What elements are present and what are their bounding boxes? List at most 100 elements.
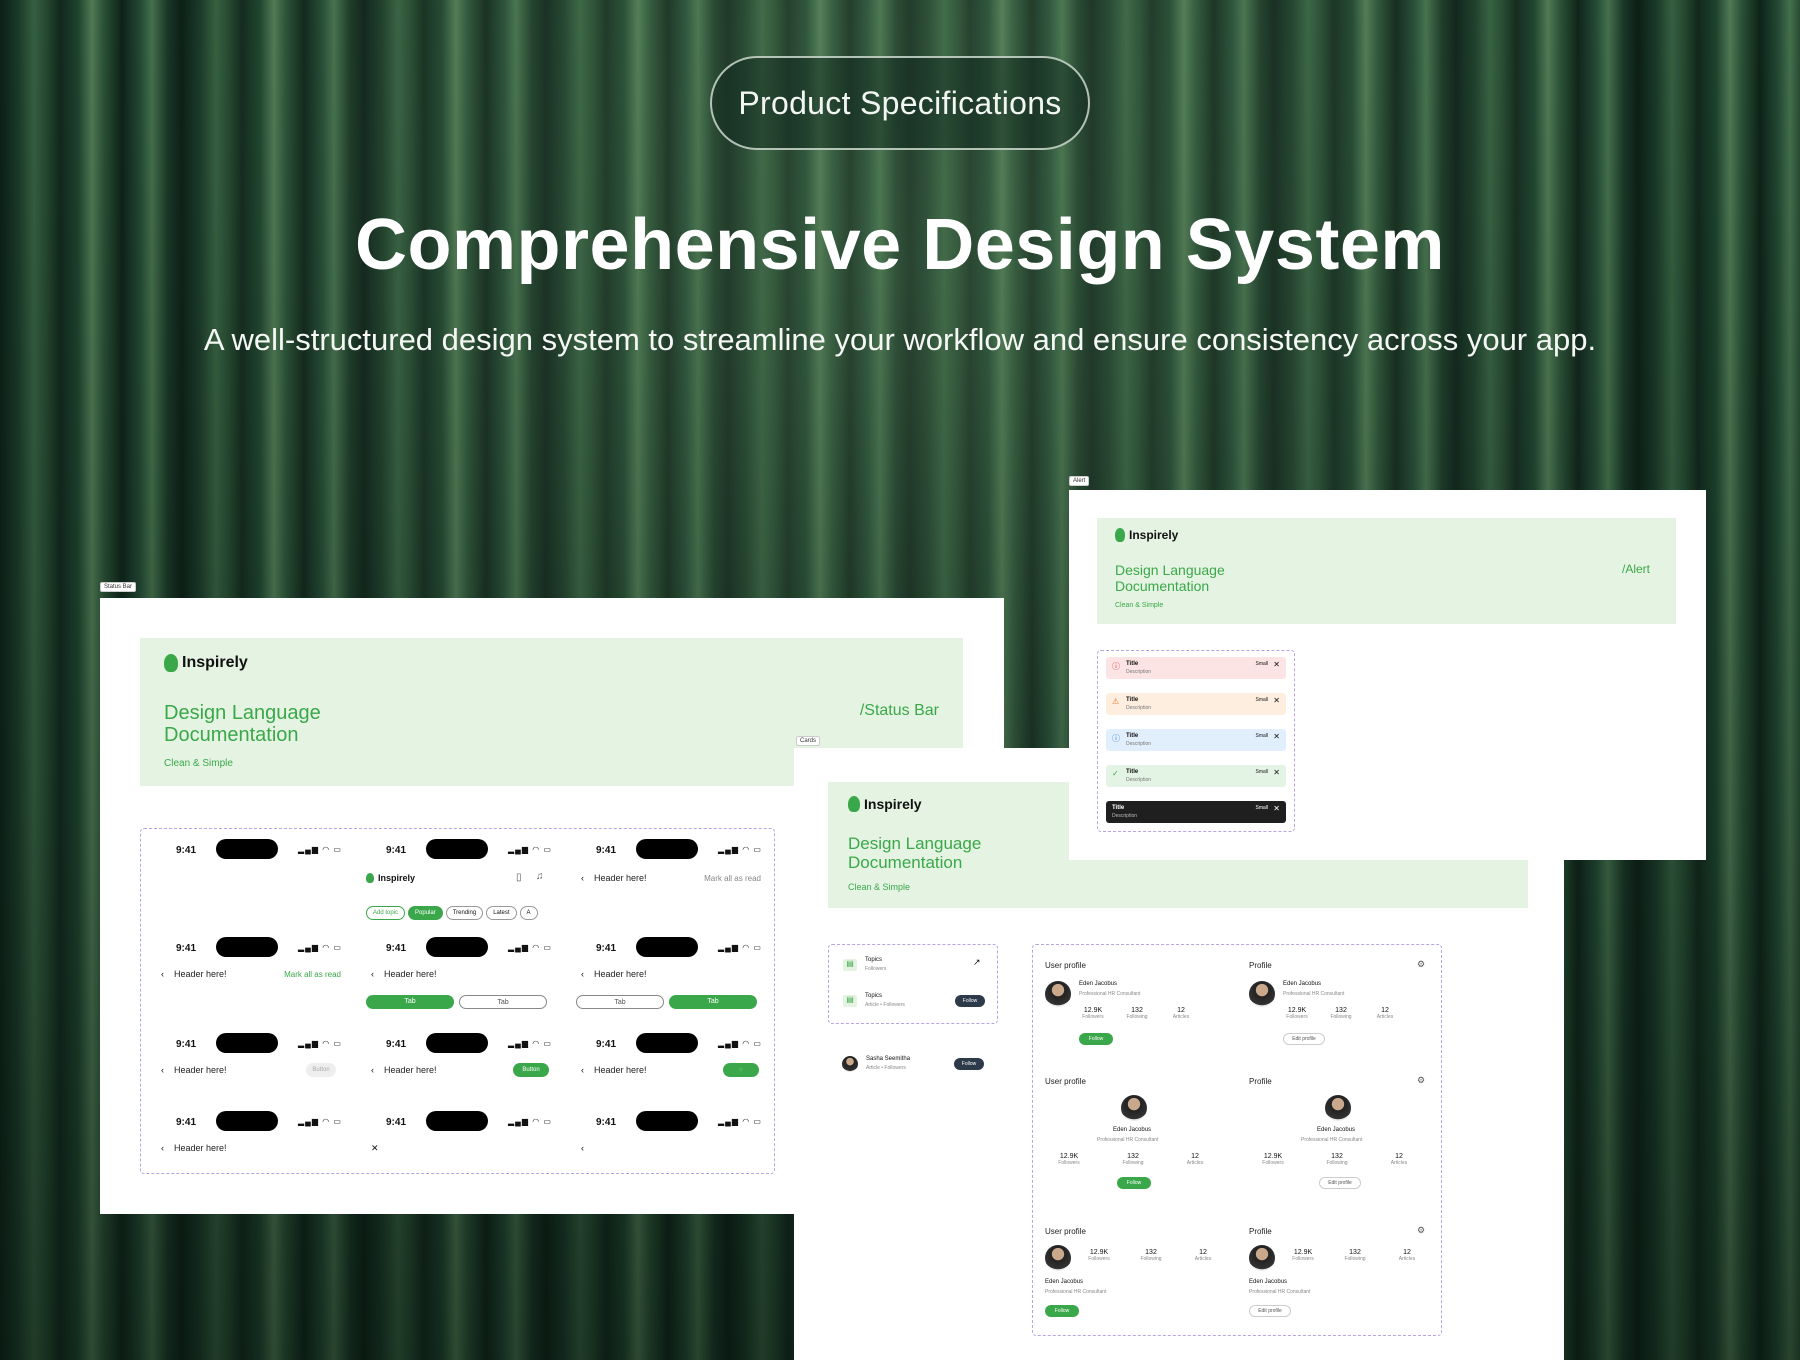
back-icon[interactable]: ‹ [581,1143,584,1153]
header-row: ‹ Header here! [581,1065,647,1075]
status-bar: 9:41 ▂▄▆ ◠ ▭ [596,839,786,863]
edit-profile-button[interactable]: Edit profile [1283,1033,1325,1045]
gear-icon[interactable]: ⚙ [1417,1075,1425,1086]
signal-wifi-battery-icon: ▂▄▆ ◠ ▭ [508,1117,552,1126]
signal-wifi-battery-icon: ▂▄▆ ◠ ▭ [718,845,762,854]
follow-button[interactable]: Follow [1045,1305,1079,1317]
avatar [1045,1245,1071,1271]
user-profile-card: User profile Eden Jacobus Professional H… [1045,961,1235,1061]
back-icon[interactable]: ‹ [581,873,584,883]
back-icon[interactable]: ‹ [161,1065,164,1075]
doc-title: Design Language Documentation [848,834,981,872]
loading-button[interactable]: ◌ [723,1063,759,1077]
header-row: ‹ Header here! [581,969,647,979]
back-icon[interactable]: ‹ [161,969,164,979]
stat-label: Following [1330,1014,1352,1020]
back-icon[interactable]: ‹ [371,1065,374,1075]
alert-description: Description [1112,813,1138,819]
mark-all-read-link[interactable]: Mark all as read [704,874,761,883]
tab-inactive[interactable]: Tab [459,995,547,1009]
tab-active[interactable]: Tab [669,995,757,1009]
stat-label: Followers [1058,1160,1080,1166]
alert-title: Title [1126,661,1139,667]
chip-popular[interactable]: Popular [408,906,443,920]
stat-articles: 12 Articles [1365,1007,1405,1020]
gear-icon[interactable]: ⚙ [1417,1225,1425,1236]
chip-trending[interactable]: Trending [445,906,484,920]
alert-info: ⓘ Title Description Small ✕ [1106,729,1286,751]
close-icon[interactable]: ✕ [1273,696,1280,705]
arrow-up-right-icon[interactable]: ↗ [973,957,981,968]
avatar [1249,981,1275,1007]
stat-label: Followers [1262,1160,1284,1166]
edit-profile-button[interactable]: Edit profile [1249,1305,1291,1317]
close-icon[interactable]: ✕ [1273,660,1280,669]
follow-button[interactable]: Follow [954,1058,984,1070]
dynamic-island [216,839,278,859]
close-icon[interactable]: ✕ [371,1143,379,1154]
gear-icon[interactable]: ⚙ [1417,959,1425,970]
close-icon[interactable]: ✕ [1273,804,1280,813]
header-text: Header here! [594,873,647,883]
close-icon[interactable]: ✕ [1273,768,1280,777]
status-time: 9:41 [386,1117,407,1128]
follow-button[interactable]: Follow [955,995,985,1007]
alert-warning: ⚠ Title Description Small ✕ [1106,693,1286,715]
profile-name: Eden Jacobus [1045,1279,1084,1285]
mark-all-read-link[interactable]: Mark all as read [284,970,341,979]
doc-title-line1: Design Language [848,834,982,853]
spinner-icon: ◌ [739,1067,743,1073]
stat-following: 132 Following [1131,1249,1171,1262]
close-icon[interactable]: ✕ [1273,732,1280,741]
profile-name: Eden Jacobus [1317,1127,1356,1133]
header-text: Header here! [594,1065,647,1075]
profile-role: Professional HR Consultant [1045,1289,1107,1295]
header-text: Header here! [174,1143,227,1153]
alert-title: Title [1112,805,1125,811]
signal-wifi-battery-icon: ▂▄▆ ◠ ▭ [298,1117,342,1126]
header-text: Header here! [384,969,437,979]
bulb-icon [164,654,178,672]
dynamic-island [636,937,698,957]
dynamic-island [426,937,488,957]
follow-button[interactable]: Follow [1079,1033,1113,1045]
stat-label: Following [1326,1160,1348,1166]
stat-value: 12.9K [1287,1007,1307,1014]
back-icon[interactable]: ‹ [371,969,374,979]
back-icon[interactable]: ‹ [581,1065,584,1075]
status-bar: 9:41 ▂▄▆ ◠ ▭ [176,937,366,961]
chip-more[interactable]: A [519,906,538,920]
header-row: ‹ Header here! Mark all as read [581,873,761,883]
tab-active[interactable]: Tab [366,995,454,1009]
product-specifications-pill: Product Specifications [710,56,1090,150]
follow-button[interactable]: Follow [1117,1177,1151,1189]
disabled-button[interactable]: Button [306,1063,336,1077]
stat-followers: 12.9K Followers [1079,1249,1119,1262]
chip-add-topic[interactable]: Add topic [366,906,406,920]
signal-wifi-battery-icon: ▂▄▆ ◠ ▭ [508,943,552,952]
profile-name: Eden Jacobus [1113,1127,1152,1133]
profile-name: Eden Jacobus [1079,981,1118,987]
chip-latest[interactable]: Latest [486,906,517,920]
topic-icon: ▤ [843,995,857,1007]
stat-following: 132 Following [1335,1249,1375,1262]
status-time: 9:41 [386,943,407,954]
stat-followers: 12.9K Followers [1049,1153,1089,1166]
doc-title: Design Language Documentation [164,702,321,746]
topic-cards: ▤ Topics Followers ↗ ▤ Topics Article • … [828,944,998,1024]
bell-icon[interactable]: ♫ [536,871,544,882]
stat-value: 12 [1191,1153,1199,1160]
bookmark-icon[interactable]: ▯ [516,872,522,883]
edit-profile-button[interactable]: Edit profile [1319,1177,1361,1189]
topic-title: Topics [865,957,883,963]
profile-role: Professional HR Consultant [1301,1137,1363,1143]
topic-chips: Add topic Popular Trending Latest A [366,901,541,920]
brand-logo: Inspirely [848,796,922,812]
alert-description: Description [1126,705,1152,711]
back-icon[interactable]: ‹ [161,1143,164,1153]
doc-title-line1: Design Language [164,702,321,724]
primary-button[interactable]: Button [513,1063,549,1077]
tab-inactive[interactable]: Tab [576,995,664,1009]
back-icon[interactable]: ‹ [581,969,584,979]
stat-following: 132 Following [1317,1153,1357,1166]
